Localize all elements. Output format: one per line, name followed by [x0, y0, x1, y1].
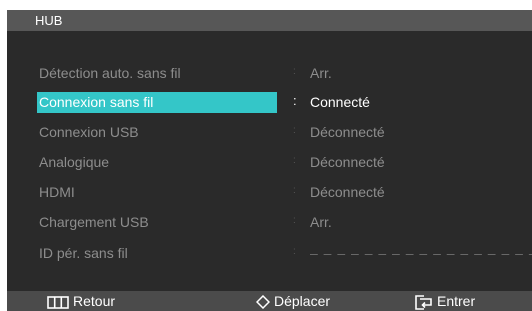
menu-item-value: Déconnecté: [310, 154, 385, 170]
value-separator: :: [293, 125, 296, 136]
move-hint[interactable]: Déplacer: [256, 291, 330, 311]
title-bar: HUB: [7, 10, 532, 31]
enter-label: Entrer: [437, 293, 476, 309]
menu-item-id-per-sans-fil[interactable]: ID pér. sans fil : – – – – – – – – – – –…: [7, 242, 532, 265]
value-separator: :: [293, 185, 296, 196]
value-separator: :: [293, 66, 296, 77]
menu-item-chargement-usb[interactable]: Chargement USB : Arr.: [7, 211, 532, 234]
menu-item-label: Connexion USB: [39, 124, 139, 140]
enter-hint[interactable]: Entrer: [415, 291, 475, 311]
menu-bars-icon: [47, 295, 69, 309]
menu-item-analogique[interactable]: Analogique : Déconnecté: [7, 151, 532, 174]
menu-item-value: Connecté: [310, 94, 370, 110]
menu-title: HUB: [35, 13, 63, 28]
menu-item-label: Analogique: [39, 154, 110, 170]
menu-item-label: Chargement USB: [39, 214, 149, 230]
value-separator: :: [293, 246, 296, 257]
diamond-arrows-icon: [256, 295, 270, 310]
value-separator: :: [293, 93, 297, 108]
menu-item-value: Arr.: [310, 65, 332, 81]
menu-item-value: – – – – – – – – – – – – – – – – –: [310, 245, 532, 261]
menu-item-label: Connexion sans fil: [39, 94, 154, 110]
menu-item-hdmi[interactable]: HDMI : Déconnecté: [7, 181, 532, 204]
back-hint[interactable]: Retour: [47, 291, 115, 311]
osd-menu-window: HUB Détection auto. sans fil : Arr. Conn…: [7, 10, 532, 311]
menu-item-value: Déconnecté: [310, 184, 385, 200]
menu-item-label: ID pér. sans fil: [39, 245, 128, 261]
value-separator: :: [293, 215, 296, 226]
move-label: Déplacer: [274, 293, 331, 309]
menu-item-detection-auto[interactable]: Détection auto. sans fil : Arr.: [7, 62, 532, 85]
menu-item-value: Déconnecté: [310, 124, 385, 140]
enter-arrow-icon: [415, 294, 432, 310]
button-guide-bar: Retour Déplacer Entrer: [7, 291, 532, 311]
menu-item-value: Arr.: [310, 214, 332, 230]
menu-item-connexion-sans-fil[interactable]: Connexion sans fil : Connecté: [7, 91, 532, 114]
menu-item-label: HDMI: [39, 184, 75, 200]
menu-item-label: Détection auto. sans fil: [39, 65, 181, 81]
value-separator: :: [293, 155, 296, 166]
back-label: Retour: [73, 293, 116, 309]
menu-item-connexion-usb[interactable]: Connexion USB : Déconnecté: [7, 121, 532, 144]
